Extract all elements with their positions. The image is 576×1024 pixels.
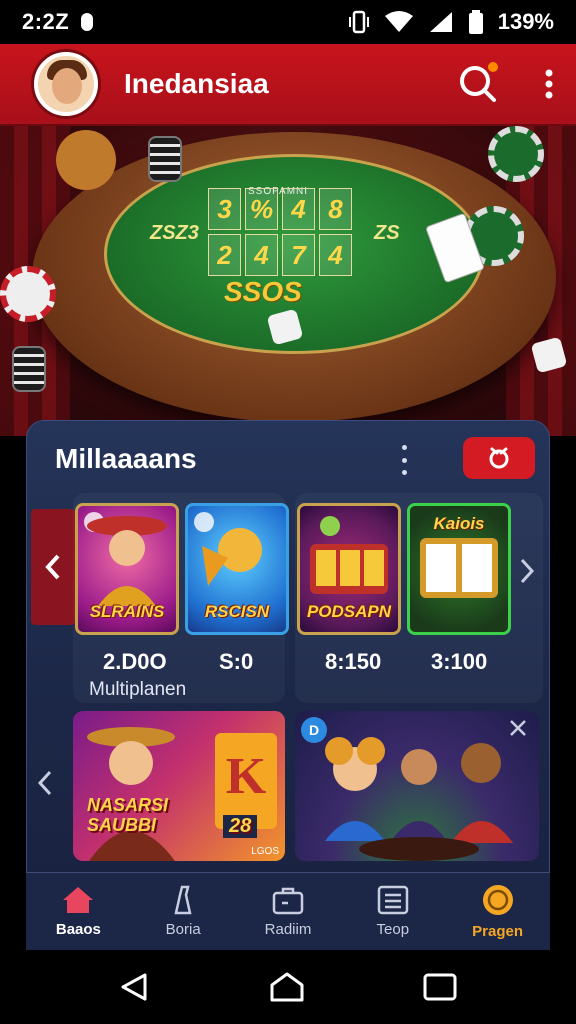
chevron-left-icon [37, 770, 52, 796]
briefcase-icon [272, 887, 304, 915]
featured-games-group: SLRAINS RSCISN 2.D0O S:0 Multiplanen [73, 493, 289, 703]
table-side-left: ZSZ3 [150, 222, 199, 244]
notification-badge [488, 62, 498, 72]
game-value: 2.D0O [103, 649, 167, 674]
chevron-right-icon [520, 558, 535, 584]
status-icons: 139% [348, 9, 554, 35]
carousel-prev-button[interactable] [31, 509, 75, 625]
coin-icon [482, 885, 513, 915]
promo-banner[interactable]: D [295, 711, 539, 861]
carousel-next-button[interactable] [517, 553, 537, 589]
status-time: 2:2Z [22, 9, 70, 34]
svg-text:K: K [226, 748, 267, 805]
cowboy-character-icon [87, 727, 175, 861]
game-tile[interactable]: SLRAINS [75, 503, 179, 635]
more-vert-icon[interactable] [544, 69, 554, 99]
players-illustration-icon [325, 737, 513, 861]
game-tile[interactable]: PODSAPN [297, 503, 401, 635]
games-group: PODSAPN Kaiois 8:150 3:100 [295, 493, 543, 703]
app-bar: Inedansiaa [0, 44, 576, 126]
signal-icon [429, 12, 452, 32]
chip-stack-icon [12, 346, 46, 392]
slot-reels-icon [310, 516, 388, 594]
panel-title: Millaaaans [55, 443, 197, 474]
list-icon [377, 885, 409, 915]
vibrate-icon [348, 10, 369, 34]
banner-tag: LGOS [251, 846, 279, 857]
teddy-bear-icon [56, 130, 116, 190]
chip-stack-icon [148, 136, 182, 182]
table-main-number: SSOS [224, 276, 302, 307]
banner-title: NASARSI SAUBBI [87, 795, 169, 835]
nav-item-pragen[interactable]: Pragen [445, 873, 550, 950]
table-number-grid: 3 % 4 8 2 4 7 4 [208, 188, 352, 276]
poker-chip-icon [488, 126, 544, 182]
poker-chip-icon [0, 266, 56, 322]
bottom-nav: Baaos Boria Radiim Teop Pragen [26, 872, 550, 950]
carousel-prev-button-2[interactable] [33, 761, 57, 805]
back-icon[interactable] [119, 971, 151, 1003]
bottle-icon [174, 885, 192, 915]
wifi-icon [384, 11, 413, 32]
game-value: 3:100 [431, 649, 488, 674]
promo-banner[interactable]: K NASARSI SAUBBI 28 LGOS [73, 711, 285, 861]
character-icon [87, 516, 167, 606]
hero-banner[interactable]: SSOPAMNI 3 % 4 8 2 4 7 4 SSOS ZSZ3 ZS [0, 126, 576, 436]
nav-item-teop[interactable]: Teop [340, 873, 445, 950]
game-value: 8:150 [325, 649, 382, 674]
panel-more-icon[interactable] [397, 445, 411, 475]
table-side-right: ZS [374, 222, 400, 244]
app-title: Inedansiaa [124, 68, 269, 99]
home-nav-icon[interactable] [269, 971, 305, 1003]
avatar[interactable] [34, 52, 98, 116]
banner-number: 28 [223, 815, 258, 838]
nav-item-home[interactable]: Baaos [26, 873, 131, 950]
games-panel: Millaaaans SLRAINS RSCISN 2.D0O S:0 Mult… [26, 420, 550, 890]
battery-percent: 139% [497, 9, 554, 34]
slot-machine-icon [420, 538, 498, 598]
game-tile[interactable]: Kaiois [407, 503, 511, 635]
chevron-left-icon [45, 554, 60, 580]
notification-dot-icon [81, 13, 94, 31]
mascot-icon [202, 528, 262, 586]
nav-item-boria[interactable]: Boria [131, 873, 236, 950]
status-bar: 2:2Z 139% [0, 0, 576, 44]
home-icon [63, 887, 94, 913]
game-value: S:0 [219, 649, 254, 674]
game-tile[interactable]: RSCISN [185, 503, 289, 635]
system-nav-bar [0, 950, 576, 1024]
nav-item-radiim[interactable]: Radiim [236, 873, 341, 950]
refresh-icon [489, 447, 509, 469]
search-button[interactable] [456, 62, 500, 106]
group-caption: Multiplanen [89, 679, 187, 700]
recents-icon[interactable] [423, 973, 457, 1001]
panel-action-button[interactable] [463, 437, 535, 479]
battery-icon [468, 10, 483, 34]
